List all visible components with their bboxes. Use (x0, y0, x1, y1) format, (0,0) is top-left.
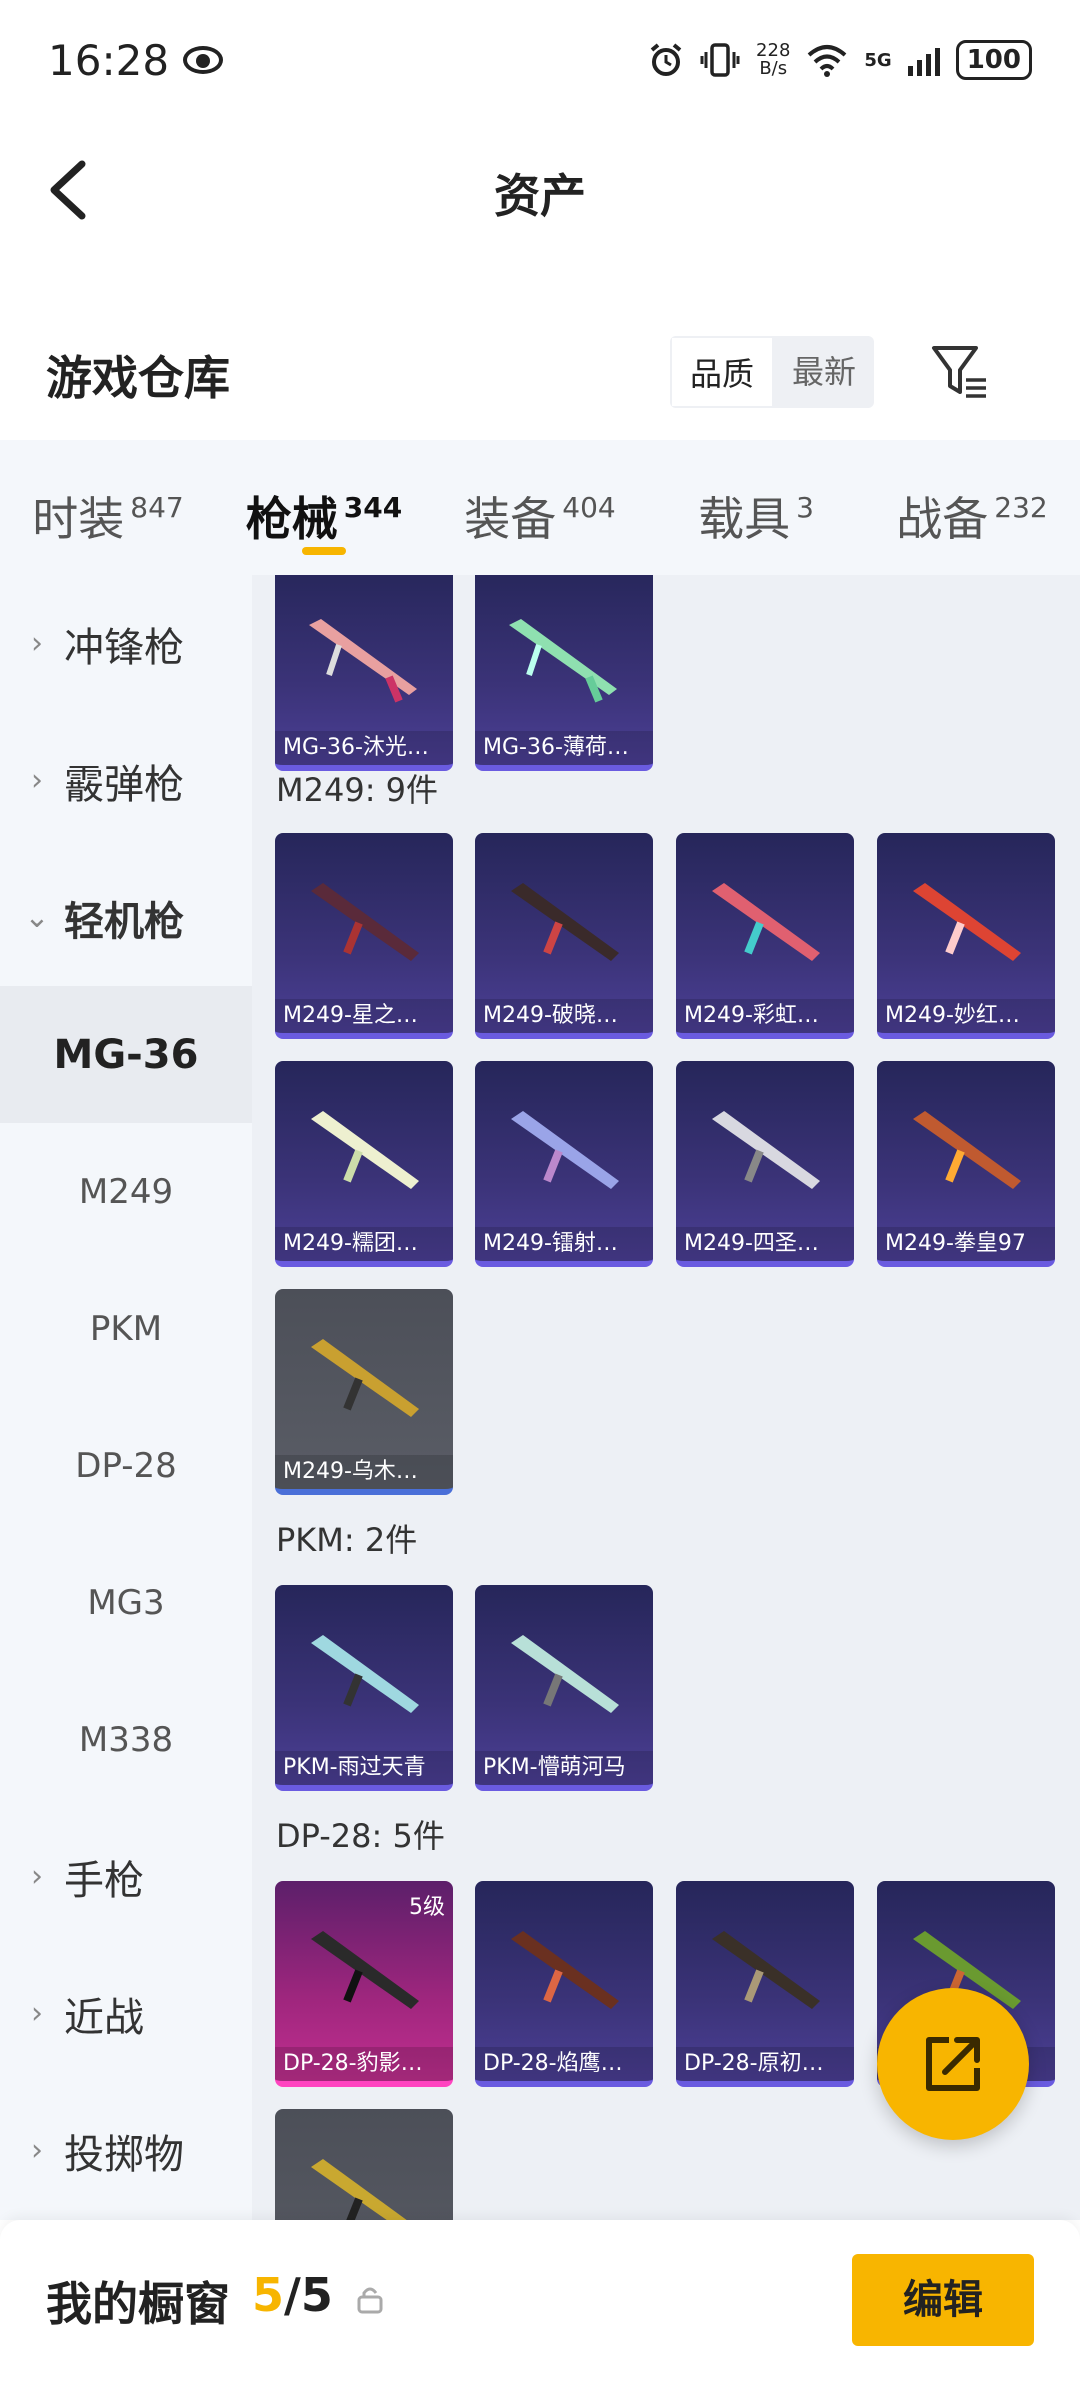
sort-quality-button[interactable]: 品质 (670, 336, 775, 408)
weapon-card[interactable]: M249-镭射… (475, 1061, 653, 1267)
weapon-card[interactable]: DP-28-焰鹰… (475, 1881, 653, 2087)
chevron-right-icon: › (31, 1859, 43, 1894)
rifle-icon (712, 1111, 820, 1189)
sidebar-subitem-mg3[interactable]: MG3 (0, 1534, 252, 1671)
tab-vehicles[interactable]: 载具 3 (648, 440, 864, 575)
sidebar-item-lmg[interactable]: ⌄ 轻机枪 (0, 849, 252, 986)
rifle-icon (311, 1635, 419, 1713)
wifi-icon (808, 45, 847, 77)
rifle-icon (913, 1111, 1021, 1189)
sidebar-item-pistol[interactable]: › 手枪 (0, 1808, 252, 1945)
weapon-card[interactable]: MG-36-薄荷… (475, 575, 653, 771)
weapon-grid: MG-36-沐光… MG-36-薄荷… M249: 9件 M249-星之… M2… (252, 575, 1080, 2220)
rifle-icon (712, 883, 820, 961)
sort-toggle: 品质 最新 (670, 336, 875, 408)
tab-fashion[interactable]: 时装 847 (0, 440, 216, 575)
edit-button[interactable]: 编辑 (852, 2254, 1034, 2346)
battery-icon: 100 (955, 40, 1032, 80)
weapon-card[interactable]: M249-糯团… (275, 1061, 453, 1267)
rifle-icon (511, 1635, 619, 1713)
group-label-pkm: PKM: 2件 (276, 1521, 418, 1559)
sidebar-item-throwable[interactable]: › 投掷物 (0, 2082, 252, 2219)
rifle-icon (311, 1339, 419, 1417)
sidebar-item-smg[interactable]: › 冲锋枪 (0, 575, 252, 712)
weapon-card[interactable]: M249-拳皇97 (877, 1061, 1055, 1267)
showcase-bar: 我的橱窗 5/5 编辑 (0, 2220, 1080, 2382)
rifle-icon (511, 883, 619, 961)
page-title: 资产 (494, 169, 586, 223)
showcase-label: 我的橱窗 (46, 2277, 230, 2331)
rifle-icon (311, 1111, 419, 1189)
weapon-card[interactable]: MG-36-沐光… (275, 575, 453, 771)
rifle-icon (712, 1931, 820, 2009)
sidebar-subitem-dp28[interactable]: DP-28 (0, 1397, 252, 1534)
rifle-icon (309, 619, 417, 703)
rifle-icon (311, 2159, 407, 2220)
status-bar: 16:28 228 B/s 5G 100 (0, 0, 1080, 120)
sidebar-subitem-m338[interactable]: M338 (0, 1671, 252, 1808)
chevron-right-icon: › (31, 626, 43, 661)
weapon-card[interactable]: M249-破晓… (475, 833, 653, 1039)
rifle-icon (913, 883, 1021, 961)
eye-icon (183, 46, 224, 74)
sidebar-subitem-pkm[interactable]: PKM (0, 1260, 252, 1397)
weapon-card[interactable]: M249-星之… (275, 833, 453, 1039)
sidebar-subitem-m249[interactable]: M249 (0, 1123, 252, 1260)
rifle-icon (311, 1931, 419, 2009)
chevron-right-icon: › (31, 1996, 43, 2031)
weapon-card[interactable]: M249-彩虹… (676, 833, 854, 1039)
weapon-card[interactable] (275, 2109, 453, 2220)
level-badge: 5级 (409, 1895, 445, 1920)
weapon-type-sidebar: › 冲锋枪 › 霰弹枪 ⌄ 轻机枪 MG-36 M249 PKM DP-28 MG3 … (0, 575, 252, 2220)
group-label-m249: M249: 9件 (276, 771, 439, 809)
chevron-right-icon: › (31, 763, 43, 798)
header: 资产 (0, 120, 1080, 250)
clock: 16:28 (48, 35, 170, 85)
sort-newest-button[interactable]: 最新 (774, 336, 874, 408)
lock-icon (357, 2287, 383, 2314)
tab-guns[interactable]: 枪械 344 (216, 440, 432, 575)
weapon-card[interactable]: M249-乌木… (275, 1289, 453, 1495)
weapon-card[interactable]: 5级 DP-28-豹影… (275, 1881, 453, 2087)
weapon-card[interactable]: DP-28-原初… (676, 1881, 854, 2087)
weapon-card[interactable]: PKM-雨过天青 (275, 1585, 453, 1791)
chevron-right-icon: › (31, 2133, 43, 2168)
share-icon (926, 2037, 980, 2091)
chevron-down-icon: ⌄ (24, 900, 50, 935)
filter-icon[interactable] (930, 342, 990, 402)
tab-supplies[interactable]: 战备 232 (864, 440, 1080, 575)
network-type: 5G (864, 49, 892, 71)
showcase-count: 5/5 (252, 2268, 333, 2322)
rifle-icon (511, 1931, 619, 2009)
net-speed: 228 B/s (756, 40, 791, 79)
group-label-dp28: DP-28: 5件 (276, 1817, 445, 1855)
warehouse-row: 游戏仓库 品质 最新 (0, 320, 1080, 440)
weapon-card[interactable]: M249-妙红… (877, 833, 1055, 1039)
rifle-icon (311, 883, 419, 961)
sidebar-item-melee[interactable]: › 近战 (0, 1945, 252, 2082)
category-tabs: 时装 847 枪械 344 装备 404 载具 3 战备 232 (0, 440, 1080, 575)
sidebar-subitem-mg36[interactable]: MG-36 (0, 986, 252, 1123)
status-icons: 228 B/s 5G 100 (648, 40, 1032, 80)
weapon-card[interactable]: M249-四圣… (676, 1061, 854, 1267)
alarm-icon (650, 43, 682, 76)
signal-icon (907, 44, 940, 76)
rifle-icon (509, 619, 617, 703)
rifle-icon (511, 1111, 619, 1189)
tab-equipment[interactable]: 装备 404 (432, 440, 648, 575)
warehouse-title: 游戏仓库 (46, 351, 230, 405)
vibrate-icon (700, 43, 740, 77)
weapon-card[interactable]: PKM-懵萌河马 (475, 1585, 653, 1791)
sidebar-item-shotgun[interactable]: › 霰弹枪 (0, 712, 252, 849)
share-button[interactable] (877, 1988, 1029, 2140)
